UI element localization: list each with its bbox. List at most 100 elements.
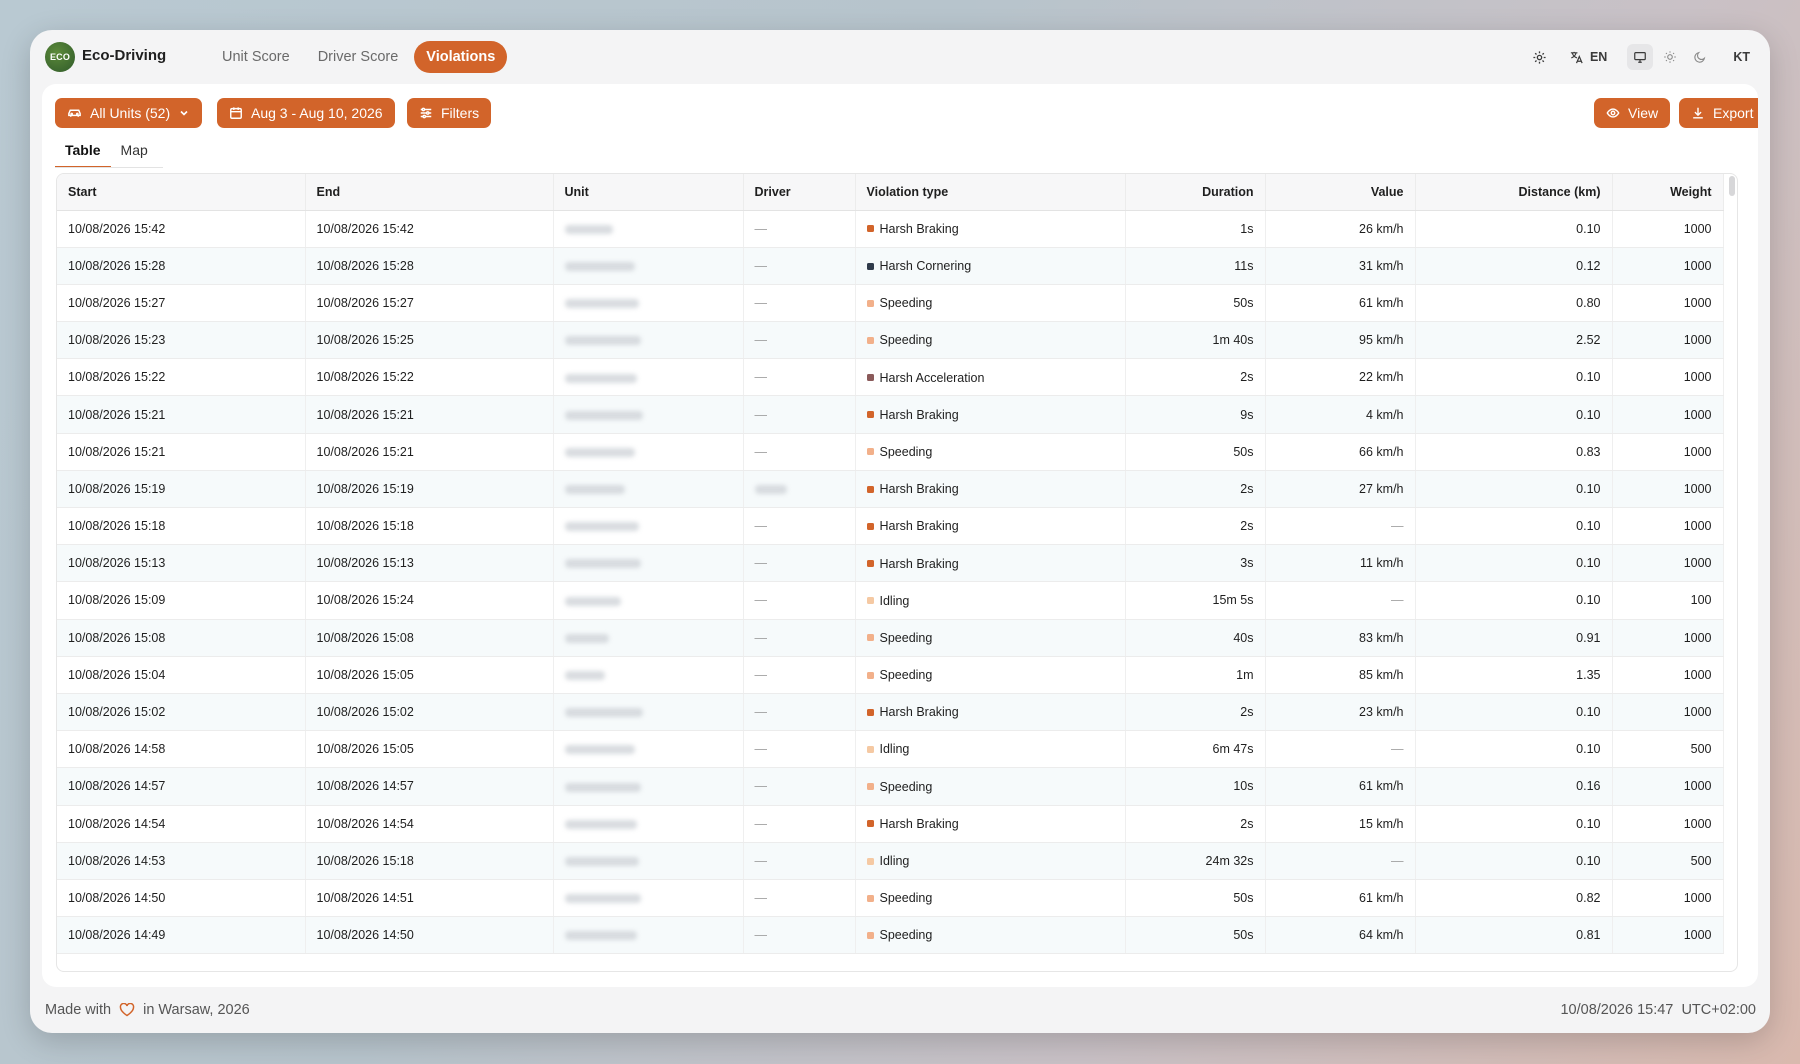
- table-row[interactable]: 10/08/2026 15:21 10/08/2026 15:21 — Speedin…: [57, 433, 1724, 471]
- violation-color-swatch: [866, 299, 874, 307]
- table-row[interactable]: 10/08/2026 14:54 10/08/2026 14:54 — Harsh B…: [57, 805, 1724, 843]
- cell-violation-type: Speeding: [855, 879, 1126, 918]
- cell-unit: [553, 916, 744, 955]
- cell-duration: 15m 5s: [1125, 581, 1266, 620]
- user-avatar[interactable]: KT: [1723, 50, 1750, 64]
- table-row[interactable]: 10/08/2026 15:04 10/08/2026 15:05 — Speedin…: [57, 656, 1724, 694]
- sliders-icon: [420, 107, 432, 119]
- table-row[interactable]: 10/08/2026 15:27 10/08/2026 15:27 — Speedin…: [57, 284, 1724, 323]
- redacted-unit-name: [564, 410, 643, 420]
- table-row[interactable]: 10/08/2026 15:23 10/08/2026 15:25 — Speedin…: [57, 321, 1724, 360]
- export-button[interactable]: Export: [1679, 98, 1758, 128]
- top-bar: ECO Eco-Driving Unit Score Driver Score …: [30, 30, 1770, 84]
- redacted-unit-name: [564, 224, 613, 234]
- column-header-weight[interactable]: Weight: [1612, 174, 1724, 211]
- cell-value: 26 km/h: [1265, 210, 1416, 248]
- cell-violation-type: Harsh Braking: [855, 507, 1126, 546]
- filters-button[interactable]: Filters: [407, 98, 492, 128]
- column-header-start[interactable]: Start: [57, 174, 306, 211]
- cell-value: 64 km/h: [1265, 916, 1416, 955]
- settings-icon[interactable]: [1527, 44, 1553, 70]
- table-row[interactable]: 10/08/2026 15:08 10/08/2026 15:08 — Speedin…: [57, 619, 1724, 657]
- units-dropdown[interactable]: All Units (52): [55, 98, 203, 128]
- table-row[interactable]: 10/08/2026 14:50 10/08/2026 14:51 — Speedin…: [57, 879, 1724, 918]
- table-row[interactable]: 10/08/2026 15:42 10/08/2026 15:42 — Harsh B…: [57, 210, 1724, 248]
- cell-end: 10/08/2026 15:02: [305, 693, 554, 732]
- redacted-unit-name: [564, 299, 639, 309]
- column-header-driver[interactable]: Driver: [743, 174, 856, 211]
- column-header-duration[interactable]: Duration: [1125, 174, 1266, 211]
- cell-distance: 1.35: [1415, 656, 1613, 694]
- tab-table[interactable]: Table: [55, 138, 111, 168]
- violation-type-text: Harsh Acceleration: [879, 370, 985, 385]
- table-row[interactable]: 10/08/2026 14:58 10/08/2026 15:05 — Idling 6…: [57, 730, 1724, 769]
- violation-type-label: Speeding: [866, 928, 932, 942]
- sun-icon[interactable]: [1657, 44, 1683, 70]
- column-header-violation-type[interactable]: Violation type: [855, 174, 1126, 211]
- column-header-unit[interactable]: Unit: [553, 174, 744, 211]
- violation-type-text: Idling: [879, 742, 910, 757]
- language-switcher[interactable]: EN: [1559, 50, 1617, 65]
- cell-violation-type: Harsh Braking: [855, 693, 1126, 732]
- tab-violations[interactable]: Violations: [414, 41, 508, 73]
- cell-unit: [553, 210, 744, 248]
- car-icon: [68, 108, 81, 117]
- table-row[interactable]: 10/08/2026 14:57 10/08/2026 14:57 — Speedin…: [57, 767, 1724, 806]
- cell-unit: [553, 284, 744, 323]
- download-icon: [1693, 107, 1703, 119]
- cell-weight: 1000: [1612, 767, 1724, 806]
- moon-icon[interactable]: [1687, 44, 1713, 70]
- logo-text: ECO: [49, 52, 71, 62]
- cell-end: 10/08/2026 15:05: [305, 656, 554, 694]
- cell-driver: [743, 470, 856, 509]
- violation-color-swatch: [866, 448, 874, 456]
- cell-value: 22 km/h: [1265, 358, 1416, 397]
- column-header-distance[interactable]: Distance (km): [1415, 174, 1613, 211]
- table-row[interactable]: 10/08/2026 15:02 10/08/2026 15:02 — Harsh B…: [57, 693, 1724, 732]
- cell-distance: 0.91: [1415, 619, 1613, 657]
- table-scrollbar[interactable]: [1729, 176, 1735, 196]
- violation-color-swatch: [866, 522, 874, 530]
- column-header-value[interactable]: Value: [1265, 174, 1416, 211]
- table-row[interactable]: 10/08/2026 15:22 10/08/2026 15:22 — Harsh A…: [57, 358, 1724, 397]
- violation-type-text: Speeding: [879, 444, 933, 459]
- table-row[interactable]: 10/08/2026 14:53 10/08/2026 15:18 — Idling 2…: [57, 842, 1724, 880]
- tab-unit-score[interactable]: Unit Score: [210, 41, 302, 73]
- cell-driver: —: [743, 730, 856, 769]
- translate-icon: [1570, 51, 1583, 63]
- table-row[interactable]: 10/08/2026 14:49 10/08/2026 14:50 — Speedin…: [57, 916, 1724, 955]
- violation-color-swatch: [866, 485, 874, 493]
- date-range-label: Aug 3 - Aug 10, 2026: [251, 105, 383, 121]
- cell-duration: 1m 40s: [1125, 321, 1266, 360]
- cell-weight: 1000: [1612, 656, 1724, 694]
- cell-duration: 6m 47s: [1125, 730, 1266, 769]
- table-row[interactable]: 10/08/2026 15:18 10/08/2026 15:18 — Harsh B…: [57, 507, 1724, 546]
- cell-driver: —: [743, 395, 856, 434]
- view-button[interactable]: View: [1594, 98, 1671, 128]
- cell-end: 10/08/2026 15:21: [305, 433, 554, 471]
- cell-duration: 50s: [1125, 879, 1266, 918]
- cell-distance: 0.10: [1415, 693, 1613, 732]
- cell-end: 10/08/2026 15:19: [305, 470, 554, 509]
- monitor-icon[interactable]: [1627, 44, 1654, 70]
- tab-driver-score[interactable]: Driver Score: [306, 41, 411, 73]
- table-row[interactable]: 10/08/2026 15:21 10/08/2026 15:21 — Harsh B…: [57, 395, 1724, 434]
- redacted-unit-name: [564, 336, 641, 346]
- table-row[interactable]: 10/08/2026 15:09 10/08/2026 15:24 — Idling 1…: [57, 581, 1724, 620]
- cell-distance: 0.12: [1415, 247, 1613, 285]
- tab-map[interactable]: Map: [111, 138, 158, 168]
- violation-type-label: Harsh Braking: [866, 557, 959, 571]
- column-header-end[interactable]: End: [305, 174, 554, 211]
- cell-start: 10/08/2026 15:08: [57, 619, 306, 657]
- table-row[interactable]: 10/08/2026 15:13 10/08/2026 15:13 — Harsh B…: [57, 544, 1724, 583]
- violation-type-text: Idling: [879, 854, 910, 869]
- cell-duration: 40s: [1125, 619, 1266, 657]
- cell-unit: [553, 805, 744, 843]
- date-range-picker[interactable]: Aug 3 - Aug 10, 2026: [217, 98, 395, 128]
- app-logo[interactable]: ECO: [45, 42, 75, 72]
- table-row[interactable]: 10/08/2026 15:19 10/08/2026 15:19 Harsh Br…: [57, 470, 1724, 509]
- cell-end: 10/08/2026 15:13: [305, 544, 554, 583]
- table-row[interactable]: 10/08/2026 15:28 10/08/2026 15:28 — Harsh C…: [57, 247, 1724, 285]
- cell-end: 10/08/2026 15:08: [305, 619, 554, 657]
- cell-start: 10/08/2026 14:58: [57, 730, 306, 769]
